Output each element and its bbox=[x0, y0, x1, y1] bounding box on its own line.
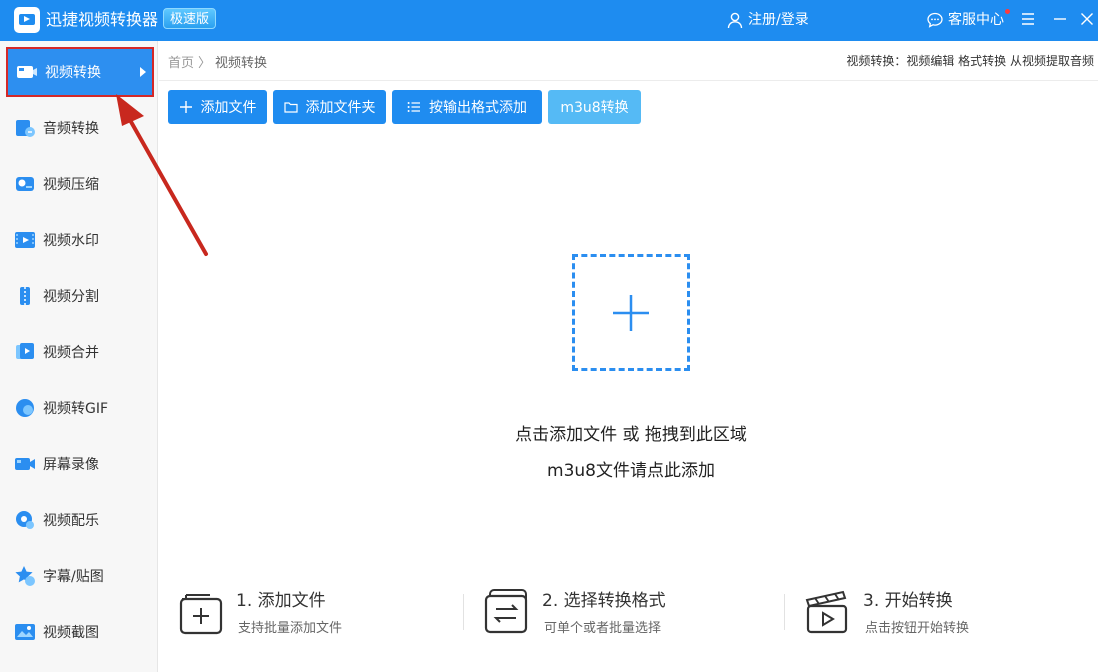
m3u8-convert-button[interactable]: m3u8转换 bbox=[548, 90, 641, 124]
video-watermark-icon bbox=[15, 232, 35, 248]
sidebar-item-video-compress[interactable]: 视频压缩 bbox=[6, 159, 154, 209]
sidebar: 视频转换 音频转换 视频压缩 视频水印 视频分割 视频合并 视频转GIF 屏幕录… bbox=[0, 41, 158, 672]
drop-zone[interactable] bbox=[572, 254, 690, 371]
add-file-button[interactable]: 添加文件 bbox=[168, 90, 267, 124]
drop-hint: 点击添加文件 或 拖拽到此区域 bbox=[515, 425, 747, 445]
app-title: 迅捷视频转换器 bbox=[46, 10, 159, 29]
start-convert-step-icon bbox=[805, 590, 848, 634]
login-button[interactable]: 注册/登录 bbox=[726, 10, 809, 30]
list-icon bbox=[407, 102, 420, 112]
sidebar-item-audio-convert[interactable]: 音频转换 bbox=[6, 103, 154, 153]
sidebar-item-screen-record[interactable]: 屏幕录像 bbox=[6, 439, 154, 489]
breadcrumb-current: 视频转换 bbox=[215, 56, 268, 71]
chevron-right-icon bbox=[140, 67, 146, 77]
step-title: 2. 选择转换格式 bbox=[542, 591, 666, 611]
sidebar-item-video-watermark[interactable]: 视频水印 bbox=[6, 215, 154, 265]
step-desc: 点击按钮开始转换 bbox=[865, 621, 970, 636]
login-label: 注册/登录 bbox=[748, 12, 809, 28]
sidebar-item-label: 视频水印 bbox=[43, 233, 99, 249]
folder-icon bbox=[283, 102, 298, 113]
sidebar-item-label: 视频转GIF bbox=[43, 401, 109, 417]
title-bar: 迅捷视频转换器 极速版 注册/登录 客服中心 bbox=[0, 0, 1098, 41]
minimize-icon[interactable] bbox=[1050, 9, 1070, 29]
screen-record-icon bbox=[15, 458, 35, 470]
video-split-icon bbox=[20, 287, 30, 305]
step-title: 1. 添加文件 bbox=[236, 591, 326, 611]
step-divider bbox=[463, 594, 464, 630]
video-gif-icon bbox=[16, 399, 34, 417]
add-folder-label: 添加文件夹 bbox=[305, 100, 376, 116]
sidebar-item-video-split[interactable]: 视频分割 bbox=[6, 271, 154, 321]
sidebar-item-video-merge[interactable]: 视频合并 bbox=[6, 327, 154, 377]
customer-service-button[interactable]: 客服中心 bbox=[926, 10, 1004, 30]
plus-icon bbox=[179, 101, 192, 113]
breadcrumb-home[interactable]: 首页 bbox=[168, 52, 194, 71]
breadcrumb-separator: 〉 bbox=[198, 56, 212, 71]
notification-dot bbox=[1005, 9, 1010, 14]
sidebar-item-label: 视频合并 bbox=[43, 345, 99, 361]
video-convert-icon bbox=[17, 66, 37, 78]
sidebar-item-label: 字幕/贴图 bbox=[43, 569, 104, 585]
add-by-format-label: 按输出格式添加 bbox=[429, 100, 527, 116]
sidebar-item-subtitle-sticker[interactable]: 字幕/贴图 bbox=[6, 551, 154, 601]
breadcrumb: 首页 〉 视频转换 bbox=[168, 52, 267, 71]
video-compress-icon bbox=[16, 177, 34, 191]
edition-badge: 极速版 bbox=[163, 8, 217, 29]
sidebar-item-label: 视频压缩 bbox=[43, 177, 99, 193]
plus-icon bbox=[613, 295, 649, 331]
app-window: 迅捷视频转换器 极速版 注册/登录 客服中心 视频转换 音频转换 视频压缩 视频… bbox=[0, 0, 1098, 672]
sidebar-item-video-screenshot[interactable]: 视频截图 bbox=[6, 607, 154, 657]
video-merge-icon bbox=[16, 343, 34, 359]
step-desc: 支持批量添加文件 bbox=[238, 621, 343, 636]
sidebar-item-label: 视频转换 bbox=[45, 65, 101, 81]
app-logo-icon bbox=[14, 7, 40, 33]
step-title: 3. 开始转换 bbox=[863, 591, 953, 611]
user-icon bbox=[727, 12, 743, 29]
chat-icon bbox=[927, 12, 943, 28]
m3u8-add-hint[interactable]: m3u8文件请点此添加 bbox=[400, 456, 862, 481]
sidebar-item-label: 视频分割 bbox=[43, 289, 99, 305]
add-file-label: 添加文件 bbox=[200, 100, 257, 116]
close-icon[interactable] bbox=[1077, 9, 1097, 29]
video-screenshot-icon bbox=[15, 624, 35, 640]
m3u8-convert-label: m3u8转换 bbox=[560, 100, 629, 116]
subtitle-sticker-icon bbox=[15, 566, 35, 586]
step-desc: 可单个或者批量选择 bbox=[544, 621, 662, 636]
video-music-icon bbox=[16, 511, 34, 529]
step-divider bbox=[784, 594, 785, 630]
sidebar-item-video-gif[interactable]: 视频转GIF bbox=[6, 383, 154, 433]
sidebar-item-label: 屏幕录像 bbox=[43, 457, 99, 473]
add-file-step-icon bbox=[179, 594, 223, 635]
add-folder-button[interactable]: 添加文件夹 bbox=[273, 90, 386, 124]
feature-description: 视频转换：视频编辑 格式转换 从视频提取音频 bbox=[846, 54, 1094, 68]
sidebar-item-video-music[interactable]: 视频配乐 bbox=[6, 495, 154, 545]
sidebar-item-label: 视频截图 bbox=[43, 625, 99, 641]
select-format-step-icon bbox=[484, 589, 528, 634]
sidebar-item-label: 视频配乐 bbox=[43, 513, 99, 529]
menu-icon[interactable] bbox=[1018, 9, 1038, 29]
audio-convert-icon bbox=[16, 120, 35, 137]
sidebar-item-label: 音频转换 bbox=[43, 121, 99, 137]
sidebar-item-video-convert[interactable]: 视频转换 bbox=[6, 47, 154, 97]
service-label: 客服中心 bbox=[948, 12, 1004, 28]
add-by-format-button[interactable]: 按输出格式添加 bbox=[392, 90, 542, 124]
header-divider bbox=[159, 80, 1098, 81]
